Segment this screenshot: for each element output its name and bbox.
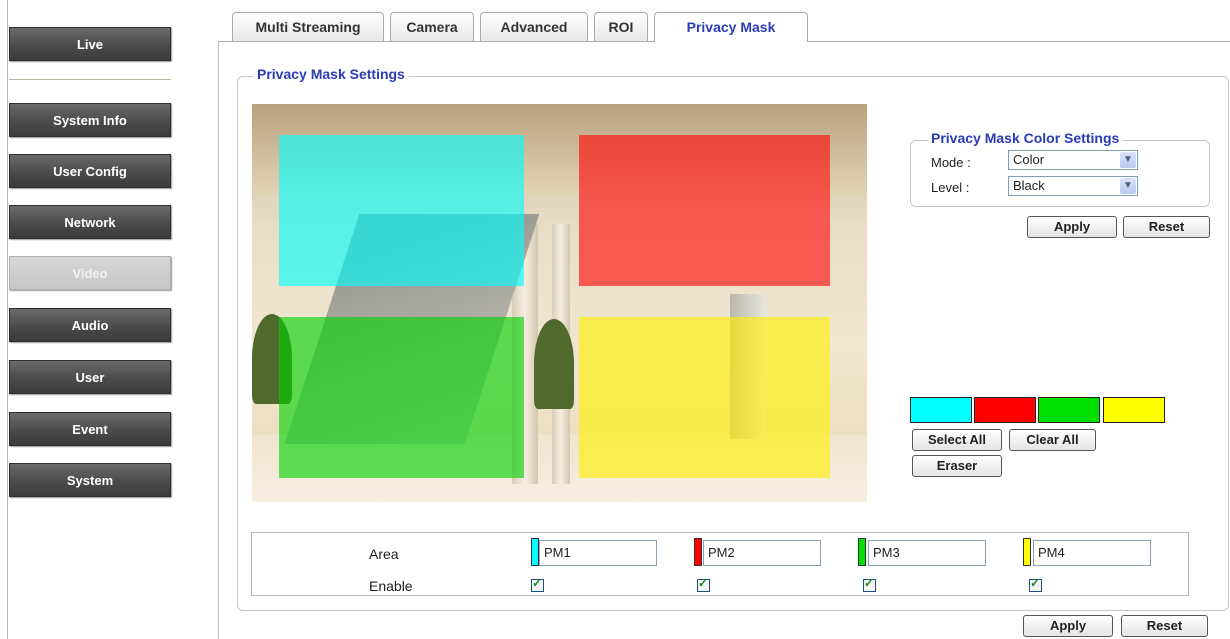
enable-pm3-checkbox[interactable]: ✓	[863, 576, 876, 592]
area-label: Area	[369, 546, 399, 562]
color-swatch-yellow[interactable]	[1103, 397, 1165, 423]
area-name-pm3-field[interactable]: PM3	[868, 540, 986, 566]
sidebar-item-user[interactable]: User	[9, 360, 171, 394]
sidebar-item-video[interactable]: Video	[9, 256, 171, 290]
checkmark-icon: ✓	[864, 576, 875, 590]
sidebar-item-system-info[interactable]: System Info	[9, 103, 171, 137]
tab-multi-streaming[interactable]: Multi Streaming	[232, 12, 384, 41]
chevron-down-icon: ▼	[1120, 152, 1136, 168]
reset-button[interactable]: Reset	[1121, 615, 1208, 637]
chevron-down-icon: ▼	[1120, 178, 1136, 194]
privacy-mask-pm4[interactable]	[579, 317, 830, 478]
sidebar-item-system[interactable]: System	[9, 463, 171, 497]
privacy-mask-pm1[interactable]	[279, 135, 524, 286]
area-name-pm1-field[interactable]: PM1	[539, 540, 657, 566]
select-all-button[interactable]: Select All	[912, 429, 1002, 451]
clear-all-button[interactable]: Clear All	[1009, 429, 1096, 451]
mode-select[interactable]: Color ▼	[1008, 150, 1138, 170]
checkmark-icon: ✓	[532, 576, 543, 590]
enable-pm1-checkbox[interactable]: ✓	[531, 576, 544, 592]
sidebar: Live System Info User Config Network Vid…	[0, 0, 185, 639]
sidebar-divider	[9, 79, 171, 80]
sidebar-item-user-config[interactable]: User Config	[9, 154, 171, 188]
color-swatch-red[interactable]	[974, 397, 1036, 423]
sidebar-item-live[interactable]: Live	[9, 27, 171, 61]
color-swatch-green[interactable]	[1038, 397, 1100, 423]
eraser-button[interactable]: Eraser	[912, 455, 1002, 477]
content-border	[218, 41, 219, 639]
color-settings-title: Privacy Mask Color Settings	[928, 130, 1123, 146]
sidebar-item-network[interactable]: Network	[9, 205, 171, 239]
enable-pm4-checkbox[interactable]: ✓	[1029, 576, 1042, 592]
privacy-mask-settings-title: Privacy Mask Settings	[253, 66, 409, 82]
area-name-pm4-field[interactable]: PM4	[1033, 540, 1151, 566]
area-color-pm4	[1023, 538, 1031, 566]
level-select[interactable]: Black ▼	[1008, 176, 1138, 196]
checkmark-icon: ✓	[698, 576, 709, 590]
sidebar-item-event[interactable]: Event	[9, 412, 171, 446]
area-color-pm2	[694, 538, 702, 566]
apply-button[interactable]: Apply	[1023, 615, 1113, 637]
video-preview[interactable]	[252, 104, 867, 502]
mode-select-value: Color	[1013, 152, 1045, 167]
sidebar-border	[7, 0, 8, 639]
video-scene-plant	[534, 319, 574, 409]
level-select-value: Black	[1013, 178, 1045, 193]
color-swatch-cyan[interactable]	[910, 397, 972, 423]
enable-pm2-checkbox[interactable]: ✓	[697, 576, 710, 592]
tab-advanced[interactable]: Advanced	[480, 12, 588, 41]
mode-label: Mode :	[931, 155, 971, 170]
color-apply-button[interactable]: Apply	[1027, 216, 1117, 238]
area-color-pm1	[531, 538, 539, 566]
area-name-pm2-field[interactable]: PM2	[703, 540, 821, 566]
color-reset-button[interactable]: Reset	[1123, 216, 1210, 238]
checkmark-icon: ✓	[1030, 576, 1041, 590]
privacy-mask-pm2[interactable]	[579, 135, 830, 286]
enable-label: Enable	[369, 578, 413, 594]
tab-roi[interactable]: ROI	[594, 12, 648, 41]
tab-camera[interactable]: Camera	[390, 12, 474, 41]
level-label: Level :	[931, 180, 970, 195]
tab-privacy-mask[interactable]: Privacy Mask	[654, 12, 808, 42]
privacy-mask-pm3[interactable]	[279, 317, 524, 478]
area-color-pm3	[858, 538, 866, 566]
sidebar-item-audio[interactable]: Audio	[9, 308, 171, 342]
